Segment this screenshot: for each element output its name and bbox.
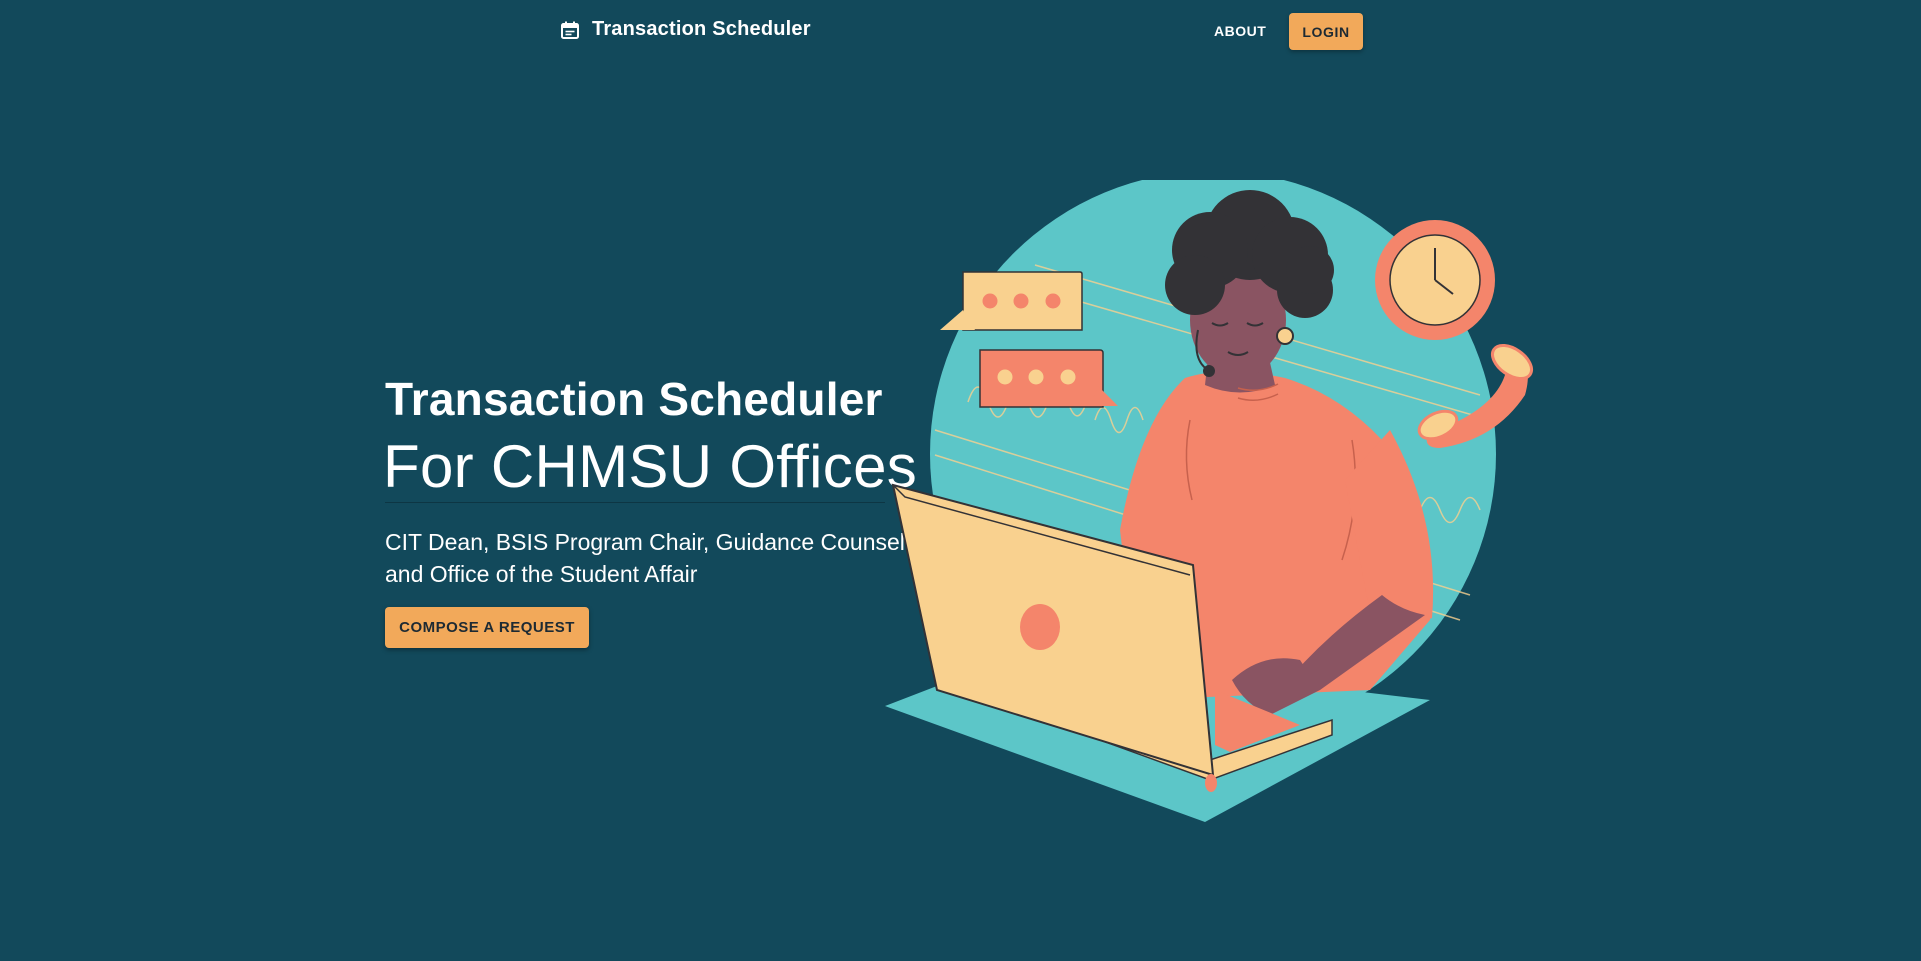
brand-link[interactable]: Transaction Scheduler — [560, 18, 811, 41]
hero-subtitle: For CHMSU Offices — [383, 433, 918, 500]
hero-description-line-1: CIT Dean, BSIS Program Chair, Guidance C… — [385, 529, 931, 555]
top-navbar: Transaction Scheduler ABOUT LOGIN — [0, 0, 1921, 62]
hero-description: CIT Dean, BSIS Program Chair, Guidance C… — [385, 526, 945, 590]
login-button[interactable]: LOGIN — [1289, 13, 1363, 50]
compose-request-button[interactable]: COMPOSE A REQUEST — [385, 607, 589, 648]
calendar-icon — [560, 20, 580, 40]
clock-icon — [1375, 220, 1495, 340]
headset-mic — [1203, 365, 1215, 377]
laptop-logo — [1020, 604, 1060, 650]
chat-bubble-icon — [940, 271, 1083, 331]
nav-about-link[interactable]: ABOUT — [1204, 14, 1276, 48]
chat-bubble-icon — [979, 349, 1118, 408]
hero-divider — [385, 502, 885, 503]
hero-illustration — [880, 171, 1560, 830]
hero-title: Transaction Scheduler — [385, 373, 883, 425]
hero-description-line-2: and Office of the Student Affair — [385, 561, 698, 587]
brand-title: Transaction Scheduler — [592, 18, 811, 40]
